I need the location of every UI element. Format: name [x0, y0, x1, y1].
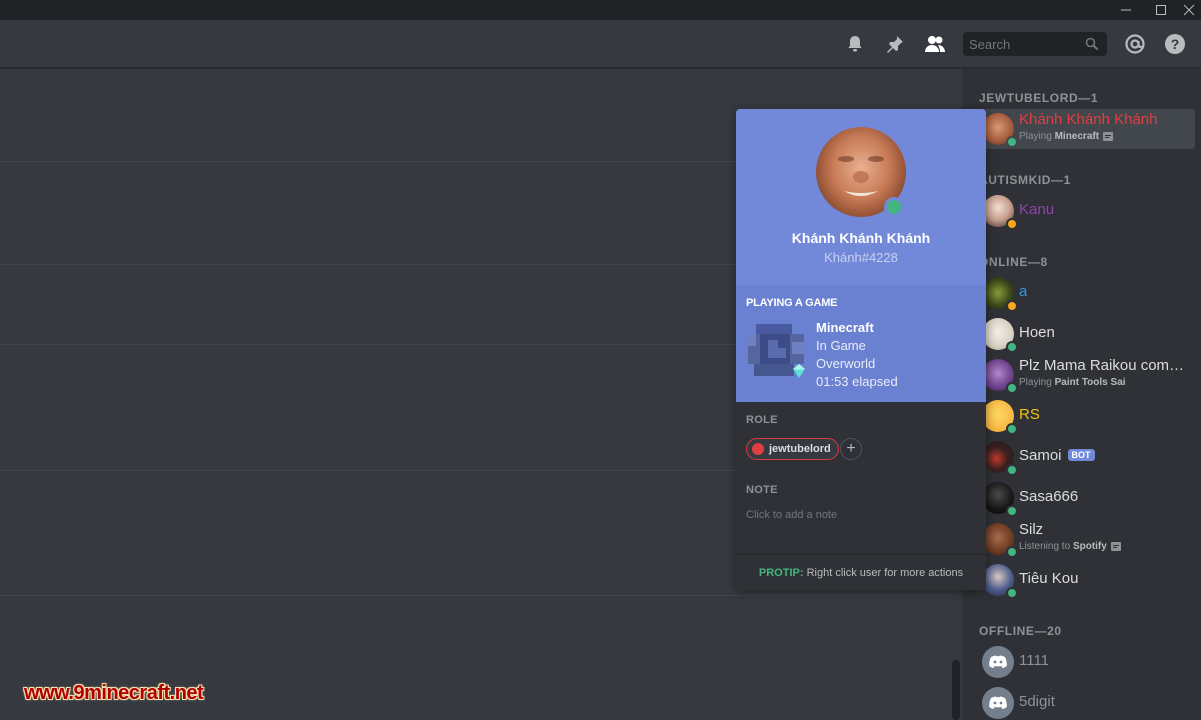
- diamond-icon: [793, 364, 805, 378]
- status-idle-icon: [1006, 300, 1018, 312]
- close-icon: [1183, 4, 1195, 16]
- activity-elapsed: 01:53 elapsed: [816, 374, 898, 389]
- chat-scrollbar-thumb[interactable]: [952, 660, 960, 720]
- member-name: 5digit: [1019, 693, 1055, 710]
- minimize-button[interactable]: [1112, 0, 1140, 20]
- activity-section: PLAYING A GAME Minecraft In Game Overwor…: [736, 285, 986, 402]
- protip-footer: PROTIP: Right click user for more action…: [736, 554, 986, 590]
- role-section-title: ROLE: [746, 414, 778, 426]
- mentions-button[interactable]: [1123, 32, 1147, 56]
- member-name: 1111: [1019, 652, 1050, 669]
- member-name: Sasa666: [1019, 488, 1079, 505]
- discord-app: ? JEWTUBELORD—1 Khánh Khánh Khánh Playin…: [0, 0, 1201, 720]
- window-titlebar: [0, 0, 1201, 20]
- member-activity: Listening to Spotify: [1019, 541, 1121, 552]
- help-icon: ?: [1165, 34, 1185, 54]
- activity-state: Overworld: [816, 356, 876, 371]
- maximize-button[interactable]: [1147, 0, 1175, 20]
- member-item[interactable]: Kanu: [972, 191, 1195, 231]
- svg-text:?: ?: [1171, 36, 1180, 52]
- help-button[interactable]: ?: [1163, 32, 1187, 56]
- discord-logo-icon: [989, 655, 1007, 668]
- member-group-title: OFFLINE—20: [979, 624, 1062, 638]
- member-name: Samoi BOT: [1019, 447, 1095, 464]
- status-online-icon: [1006, 505, 1018, 517]
- pinned-messages-button[interactable]: [883, 32, 907, 56]
- member-group-title: AUTISMKID—1: [979, 173, 1071, 187]
- member-item[interactable]: Hoen: [972, 314, 1195, 354]
- member-activity: Playing Paint Tools Sai: [1019, 377, 1126, 388]
- members-icon: [925, 36, 945, 52]
- status-online-icon: [884, 197, 904, 217]
- add-role-button[interactable]: +: [840, 438, 862, 460]
- note-input[interactable]: [746, 505, 976, 525]
- protip-text: Right click user for more actions: [806, 567, 964, 579]
- role-pill[interactable]: jewtubelord: [746, 438, 839, 460]
- member-name: Silz: [1019, 521, 1044, 538]
- member-name: Khánh Khánh Khánh: [1019, 111, 1158, 128]
- member-item[interactable]: Khánh Khánh Khánh Playing Minecraft: [972, 109, 1195, 149]
- member-group-title: ONLINE—8: [979, 255, 1048, 269]
- game-small-image: [791, 363, 807, 379]
- member-item[interactable]: RS: [972, 396, 1195, 436]
- user-profile-popout: Khánh Khánh Khánh Khánh#4228 PLAYING A G…: [736, 109, 986, 590]
- profile-tag: Khánh#4228: [824, 250, 898, 265]
- activity-header: PLAYING A GAME: [746, 297, 838, 309]
- member-name: Kanu: [1019, 201, 1055, 218]
- profile-display-name: Khánh Khánh Khánh: [791, 230, 931, 246]
- watermark: www.9minecraft.net: [24, 682, 204, 704]
- member-name: Plz Mama Raikou come...: [1019, 357, 1189, 374]
- search-box: [963, 32, 1107, 56]
- status-online-icon: [1006, 587, 1018, 599]
- status-online-icon: [1006, 341, 1018, 353]
- status-online-icon: [1006, 423, 1018, 435]
- member-item[interactable]: 5digit: [972, 683, 1195, 720]
- bot-badge: BOT: [1067, 449, 1095, 461]
- member-item[interactable]: Silz Listening to Spotify: [972, 519, 1195, 559]
- status-online-icon: [1006, 382, 1018, 394]
- popout-header: Khánh Khánh Khánh Khánh#4228: [736, 109, 986, 285]
- member-item[interactable]: Tiêu Kou: [972, 560, 1195, 600]
- rich-presence-icon: [1110, 541, 1121, 551]
- discord-logo-icon: [989, 696, 1007, 709]
- member-activity: Playing Minecraft: [1019, 131, 1114, 142]
- member-item[interactable]: Samoi BOT: [972, 437, 1195, 477]
- message-divider: [0, 595, 955, 596]
- member-item[interactable]: a: [972, 273, 1195, 313]
- status-online-icon: [1006, 464, 1018, 476]
- member-name: a: [1019, 283, 1028, 300]
- notifications-button[interactable]: [843, 32, 867, 56]
- note-section-title: NOTE: [746, 484, 778, 496]
- member-item[interactable]: 1111: [972, 642, 1195, 682]
- bell-icon: [848, 36, 862, 52]
- channel-header: ?: [0, 20, 1201, 68]
- search-icon: [1085, 37, 1099, 56]
- protip-label: PROTIP:: [758, 567, 804, 579]
- maximize-icon: [1156, 5, 1166, 15]
- activity-details: In Game: [816, 338, 866, 353]
- member-name: Hoen: [1019, 324, 1055, 341]
- status-online-icon: [1006, 136, 1018, 148]
- minimize-icon: [1121, 9, 1131, 11]
- member-group-title: JEWTUBELORD—1: [979, 91, 1099, 105]
- search-input[interactable]: [963, 32, 1083, 56]
- status-idle-icon: [1006, 218, 1018, 230]
- default-avatar: [982, 687, 1014, 719]
- pin-icon: [887, 36, 903, 53]
- role-color-dot[interactable]: [752, 443, 764, 455]
- rich-presence-icon: [1103, 131, 1114, 141]
- role-name: jewtubelord: [769, 443, 831, 455]
- default-avatar: [982, 646, 1014, 678]
- member-list: JEWTUBELORD—1 Khánh Khánh Khánh Playing …: [962, 69, 1201, 720]
- at-mention-icon: [1125, 34, 1145, 54]
- member-item[interactable]: Sasa666: [972, 478, 1195, 518]
- close-button[interactable]: [1175, 0, 1201, 20]
- activity-name: Minecraft: [816, 320, 874, 335]
- member-list-button[interactable]: [923, 32, 947, 56]
- member-name: RS: [1019, 406, 1040, 423]
- member-item[interactable]: Plz Mama Raikou come... Playing Paint To…: [972, 355, 1195, 395]
- member-name: Tiêu Kou: [1019, 570, 1079, 587]
- status-online-icon: [1006, 546, 1018, 558]
